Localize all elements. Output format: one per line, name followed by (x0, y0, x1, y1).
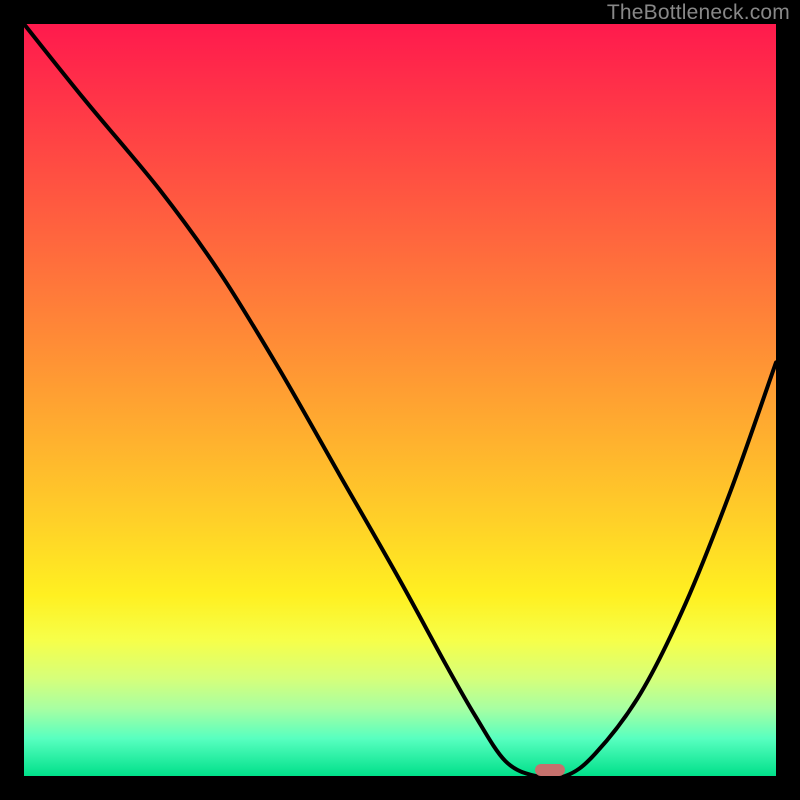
plot-area (24, 24, 776, 776)
bottleneck-curve (24, 24, 776, 776)
chart-frame: TheBottleneck.com (0, 0, 800, 800)
watermark-label: TheBottleneck.com (607, 1, 790, 25)
optimal-marker (535, 764, 565, 776)
